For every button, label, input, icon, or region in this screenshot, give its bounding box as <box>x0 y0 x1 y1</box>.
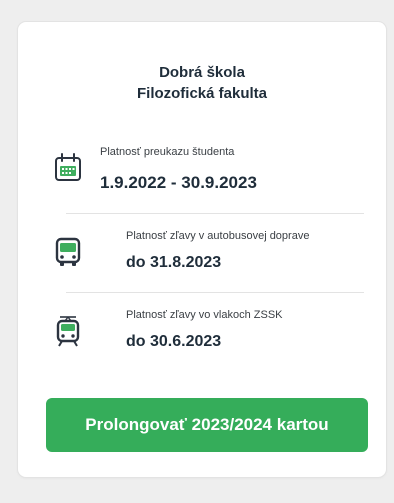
train-discount-validity-row: Platnosť zľavy vo vlakoch ZSSK do 30.6.2… <box>44 295 360 371</box>
student-card-validity-value: 1.9.2022 - 30.9.2023 <box>100 173 257 192</box>
calendar-icon <box>55 153 81 181</box>
student-card-validity-row: Platnosť preukazu študenta 1.9.2022 - 30… <box>44 132 360 208</box>
student-card-panel: Dobrá škola Filozofická fakulta Platnosť… <box>18 22 386 477</box>
faculty-name: Filozofická fakulta <box>136 85 268 102</box>
bus-icon <box>55 237 81 266</box>
student-card-validity-label: Platnosť preukazu študenta <box>100 146 235 158</box>
train-discount-validity-label: Platnosť zľavy vo vlakoch ZSSK <box>126 309 283 321</box>
bus-discount-validity-label: Platnosť zľavy v autobusovej doprave <box>126 230 310 242</box>
school-header: Dobrá škola Filozofická fakulta <box>18 62 386 104</box>
train-icon <box>56 316 80 347</box>
school-name: Dobrá škola <box>159 64 245 81</box>
train-discount-validity-value: do 30.6.2023 <box>126 333 222 350</box>
divider <box>66 213 364 214</box>
bus-discount-validity-row: Platnosť zľavy v autobusovej doprave do … <box>44 216 360 292</box>
divider <box>66 292 364 293</box>
bus-discount-validity-value: do 31.8.2023 <box>126 254 222 271</box>
prolong-card-button[interactable]: Prolongovať 2023/2024 kartou <box>46 398 368 452</box>
